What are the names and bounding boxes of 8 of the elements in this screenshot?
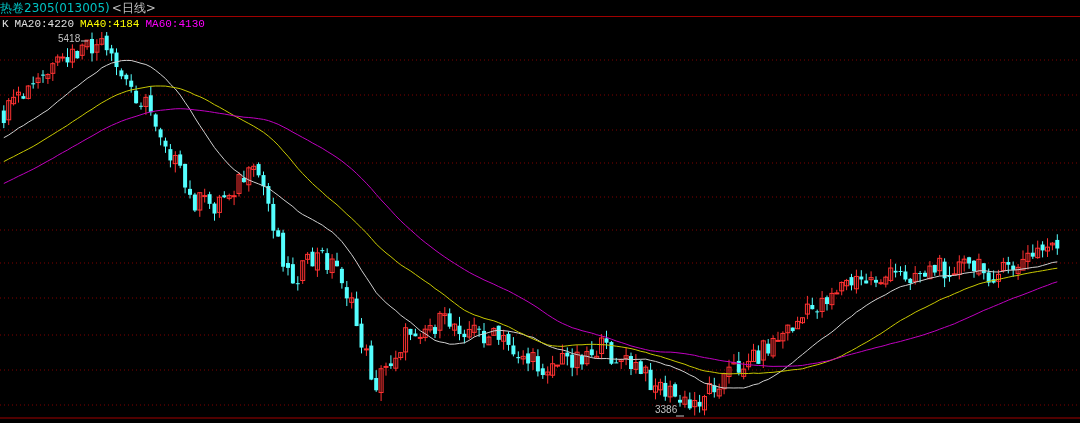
period-label: <日线> [111,2,156,14]
low-price-label: 3386 [655,405,678,415]
legend-label: MA60:4130 [145,19,205,30]
high-price-label: 5418 [58,34,81,44]
legend-label: MA20:4220 [14,19,75,30]
legend-label: K [2,19,9,30]
legend-label: MA40:4184 [80,19,140,30]
chart-title: 热卷2305(013005) [0,2,110,14]
